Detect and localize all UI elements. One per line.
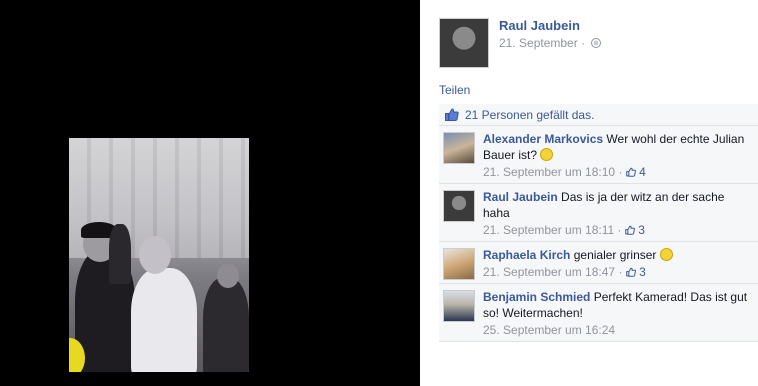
smiley-icon [659,248,673,261]
like-count-value: 4 [639,165,646,179]
comment-like-count[interactable]: 3 [625,265,646,279]
comment: Raul Jaubein Das is ja der witz an der s… [439,184,758,242]
comment-time[interactable]: 21. September um 18:11 [483,223,614,237]
comment-time[interactable]: 21. September um 18:47 [483,265,615,279]
comment-meta: 21. September um 18:10 · 4 [483,164,752,180]
comment-body: Benjamin Schmied Perfekt Kamerad! Das is… [483,289,752,321]
like-count-value: 3 [638,223,645,237]
comment: Alexander Markovics Wer wohl der echte J… [439,126,758,184]
commenter-avatar[interactable] [443,132,475,164]
commenter-name[interactable]: Alexander Markovics [483,132,603,146]
author-name[interactable]: Raul Jaubein [499,18,580,33]
comment-time[interactable]: 21. September um 18:10 [483,165,615,179]
post-date-text[interactable]: 21. September [499,36,578,50]
thumbs-up-icon [625,267,636,277]
comment-meta: 21. September um 18:47 · 3 [483,264,752,280]
comment-meta: 25. September um 16:24 [483,322,752,338]
smiley-icon [540,148,554,161]
comment-text: genialer grinser [573,248,657,262]
share-link[interactable]: Teilen [439,83,470,97]
comment-time[interactable]: 25. September um 16:24 [483,323,615,337]
thumbs-up-icon [445,108,459,121]
likes-summary: 21 Personen gefällt das. [439,104,758,126]
commenter-name[interactable]: Raphaela Kirch [483,248,570,262]
separator: · [617,223,625,237]
commenter-name[interactable]: Benjamin Schmied [483,290,590,304]
globe-icon[interactable] [591,38,602,48]
separator: · [581,36,589,50]
likes-text[interactable]: 21 Personen gefällt das. [465,108,594,122]
comment-body: Alexander Markovics Wer wohl der echte J… [483,131,752,163]
comment-like-count[interactable]: 4 [625,165,646,179]
comment-list: Alexander Markovics Wer wohl der echte J… [439,126,758,342]
photo[interactable] [69,138,249,372]
commenter-avatar[interactable] [443,190,475,222]
separator: · [618,165,626,179]
thumbs-up-icon [625,225,635,235]
photo-head-middle [139,236,171,274]
separator: · [618,265,626,279]
photo-person-back [109,224,131,284]
commenter-name[interactable]: Raul Jaubein [483,190,558,204]
commenter-avatar[interactable] [443,290,475,322]
thumbs-up-icon [625,167,636,177]
photo-person-right [203,278,249,372]
photo-viewer [0,0,420,386]
author-avatar[interactable] [439,18,489,68]
comment-like-count[interactable]: 3 [625,223,645,237]
post-sidebar: Raul Jaubein 21. September · Teilen 21 P… [420,0,758,386]
comment-body: Raphaela Kirch genialer grinser [483,247,752,263]
comment: Raphaela Kirch genialer grinser 21. Sept… [439,242,758,284]
comment: Benjamin Schmied Perfekt Kamerad! Das is… [439,284,758,342]
photo-person-middle [131,268,197,372]
photo-head-right [217,264,239,288]
commenter-avatar[interactable] [443,248,475,280]
comment-meta: 21. September um 18:11 · 3 [483,222,752,238]
like-count-value: 3 [639,265,646,279]
comment-body: Raul Jaubein Das is ja der witz an der s… [483,189,752,221]
post-date: 21. September · [499,36,602,50]
